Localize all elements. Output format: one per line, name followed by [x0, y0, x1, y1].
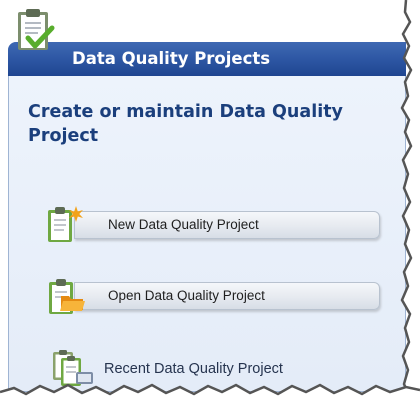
page-headline: Create or maintain Data Quality Project	[28, 102, 343, 146]
torn-bottom-edge	[0, 383, 420, 418]
clipboard-check-icon	[18, 9, 55, 50]
clipboard-folder-icon	[49, 279, 85, 314]
torn-right-edge	[400, 0, 420, 418]
new-project-label: New Data Quality Project	[108, 217, 259, 232]
header-title: Data Quality Projects	[72, 49, 271, 68]
clipboard-new-icon	[48, 206, 83, 242]
open-project-label: Open Data Quality Project	[108, 288, 265, 303]
